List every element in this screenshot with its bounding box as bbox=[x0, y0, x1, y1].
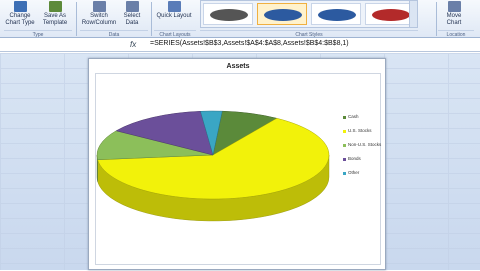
legend-item[interactable]: U.S. Stocks bbox=[343, 128, 383, 143]
legend-item[interactable]: Other bbox=[343, 170, 383, 185]
legend-item[interactable]: Cash bbox=[343, 114, 383, 129]
legend-label: Other bbox=[348, 170, 360, 175]
pie-style-icon bbox=[372, 9, 410, 21]
legend-label: Cash bbox=[348, 114, 359, 119]
chart-style-thumb-selected[interactable] bbox=[257, 3, 307, 25]
chart-type-icon bbox=[13, 1, 27, 12]
select-data-button[interactable]: Select Data bbox=[120, 0, 144, 30]
legend-label: Non-U.S. Stocks bbox=[348, 142, 382, 147]
legend-label: Bonds bbox=[348, 156, 361, 161]
chart-style-thumb[interactable] bbox=[311, 3, 361, 25]
legend-swatch bbox=[343, 144, 346, 147]
pie-style-icon bbox=[318, 9, 356, 21]
legend-swatch bbox=[343, 158, 346, 161]
fx-icon[interactable]: fx bbox=[130, 40, 146, 50]
legend-label: U.S. Stocks bbox=[348, 128, 372, 133]
legend-swatch bbox=[343, 130, 346, 133]
formula-input[interactable]: =SERIES(Assets!$B$3,Assets!$A$4:$A$8,Ass… bbox=[150, 40, 349, 47]
legend-swatch bbox=[343, 116, 346, 119]
chart-legend[interactable]: Cash U.S. Stocks Non-U.S. Stocks Bonds Other bbox=[343, 114, 383, 185]
chart-style-thumb[interactable] bbox=[203, 3, 253, 25]
switch-icon bbox=[92, 1, 106, 12]
pie-style-icon bbox=[264, 9, 302, 21]
legend-item[interactable]: Bonds bbox=[343, 156, 383, 171]
switch-row-column-button[interactable]: Switch Row/Column bbox=[80, 0, 118, 30]
legend-swatch bbox=[343, 172, 346, 175]
select-data-icon bbox=[125, 1, 139, 12]
formula-bar: fx =SERIES(Assets!$B$3,Assets!$A$4:$A$8,… bbox=[0, 38, 480, 52]
group-label-chart-styles: Chart Styles bbox=[200, 30, 418, 38]
pie-style-icon bbox=[210, 9, 248, 21]
quick-layout-button[interactable]: Quick Layout bbox=[156, 0, 192, 30]
ribbon-separator bbox=[151, 2, 152, 36]
group-label-type: Type bbox=[4, 30, 72, 38]
move-chart-button[interactable]: Move Chart bbox=[440, 0, 468, 30]
group-label-data: Data bbox=[80, 30, 148, 38]
move-chart-icon bbox=[447, 1, 461, 12]
group-label-location: Location bbox=[438, 30, 474, 38]
ribbon-separator bbox=[76, 2, 77, 36]
ribbon: Change Chart Type Save As Template Type … bbox=[0, 0, 480, 38]
ribbon-separator bbox=[436, 2, 437, 36]
group-label-chart-layouts: Chart Layouts bbox=[154, 30, 196, 38]
chart-style-thumb[interactable] bbox=[365, 3, 415, 25]
chart-area[interactable]: Assets Cash U.S. Stocks Non-U.S. Stocks Bon… bbox=[88, 58, 386, 270]
template-icon bbox=[48, 1, 62, 12]
legend-item[interactable]: Non-U.S. Stocks bbox=[343, 142, 383, 157]
change-chart-type-button[interactable]: Change Chart Type bbox=[4, 0, 36, 30]
gallery-scrollbar[interactable] bbox=[409, 1, 417, 27]
chart-styles-gallery[interactable] bbox=[200, 0, 418, 28]
save-as-template-button[interactable]: Save As Template bbox=[38, 0, 72, 30]
layout-icon bbox=[167, 1, 181, 12]
